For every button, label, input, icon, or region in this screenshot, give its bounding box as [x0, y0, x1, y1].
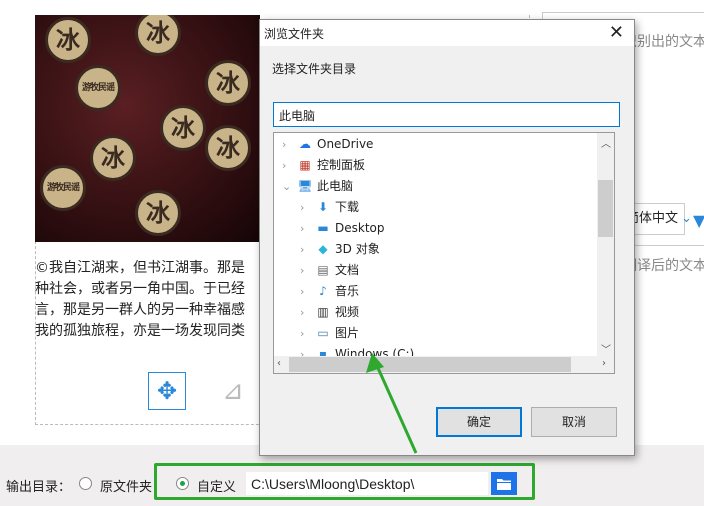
tree-item-label: 文档	[335, 263, 360, 277]
tree-item[interactable]: › ◆ 3D 对象	[300, 239, 380, 260]
tree-item[interactable]: › ⬇ 下载	[300, 197, 359, 218]
chevron-right-icon[interactable]: ›	[300, 218, 314, 239]
chevron-right-icon[interactable]: ›	[300, 281, 314, 302]
computer-icon: 🖥	[297, 179, 313, 193]
tree-item[interactable]: › ▭ 图片	[300, 323, 359, 344]
chevron-right-icon[interactable]: ›	[282, 155, 296, 176]
divider	[623, 245, 704, 246]
radio-custom[interactable]	[176, 477, 189, 490]
tree-item-label: Desktop	[335, 221, 385, 235]
dialog-title: 浏览文件夹	[264, 27, 325, 41]
tree-item[interactable]: › ▦ 控制面板	[282, 155, 365, 176]
folder-tree: › ☁ OneDrive › ▦ 控制面板 ⌄ 🖥 此电脑 › ⬇ 下载 › ▬ Desktop › ◆ 3D 对…	[273, 132, 615, 374]
browse-folder-button[interactable]	[491, 472, 517, 495]
chevron-right-icon[interactable]: ›	[300, 260, 314, 281]
text-line: 我的孤独旅程，亦是一场发现同类	[35, 323, 245, 339]
annotation-arrow-icon	[366, 353, 418, 454]
tree-item-label: 视频	[335, 305, 360, 319]
logo: 冰	[45, 17, 91, 63]
radio-original-label[interactable]: 原文件夹	[100, 476, 154, 495]
desktop-icon: ▬	[317, 221, 329, 235]
cube-icon: ◆	[318, 242, 328, 256]
logo: 冰	[205, 60, 251, 106]
radio-custom-label[interactable]: 自定义	[197, 476, 236, 495]
cloud-icon: ☁	[299, 137, 311, 151]
tree-item[interactable]: › ▥ 视频	[300, 302, 359, 323]
crop-icon: ⊿	[222, 376, 244, 406]
chevron-right-icon[interactable]: ›	[300, 197, 314, 218]
tree-item-label: 音乐	[335, 284, 360, 298]
document-icon: ▤	[317, 263, 329, 277]
filter-icon[interactable]: ▼	[693, 211, 704, 230]
folder-path-field[interactable]: 此电脑	[273, 102, 620, 127]
tree-item-label: 下载	[335, 200, 360, 214]
output-path-input[interactable]	[246, 472, 488, 495]
cancel-button[interactable]: 取消	[531, 407, 617, 437]
source-text-area[interactable]: 识别出的文本	[623, 31, 704, 51]
tree-item-label: 3D 对象	[335, 242, 380, 256]
chevron-down-icon[interactable]: ⌄	[282, 176, 296, 197]
tree-item[interactable]: › ▬ Desktop	[300, 218, 385, 239]
dialog-prompt: 选择文件夹目录	[272, 62, 357, 76]
logo: 冰	[160, 105, 206, 151]
chevron-right-icon[interactable]: ›	[300, 302, 314, 323]
browse-folder-dialog: 浏览文件夹 ✕ 选择文件夹目录 此电脑 › ☁ OneDrive › ▦ 控制面板 ⌄ 🖥 此电…	[259, 19, 635, 456]
tree-item[interactable]: › ▤ 文档	[300, 260, 359, 281]
preview-image: 冰 冰 冰 冰 冰 冰 冰 游牧民谣 游牧民谣	[35, 15, 260, 242]
recognized-paragraph: ©我自江湖来，但书江湖事。那是 种社会，或者另一角中国。于已经 言，那是另一群人…	[35, 258, 275, 342]
tree-item[interactable]: ⌄ 🖥 此电脑	[282, 176, 353, 197]
text-line: ©我自江湖来，但书江湖事。那是	[35, 260, 245, 276]
tree-item-label: OneDrive	[317, 137, 374, 151]
text-line: 种社会，或者另一角中国。于已经	[35, 281, 245, 297]
dialog-titlebar: 浏览文件夹 ✕	[260, 20, 634, 46]
move-tool-button[interactable]: ✥	[148, 372, 186, 410]
logo: 冰	[205, 125, 251, 171]
control-panel-icon: ▦	[299, 158, 311, 172]
tree-item-label: 此电脑	[317, 179, 354, 193]
text-line: 言，那是另一群人的另一种幸福感	[35, 302, 245, 318]
download-icon: ⬇	[317, 200, 329, 214]
vertical-scrollbar[interactable]: ︿ ﹀	[597, 133, 614, 356]
badge-logo: 游牧民谣	[40, 165, 86, 211]
chevron-down-icon: ⌄	[681, 211, 692, 226]
picture-icon: ▭	[317, 326, 329, 340]
logo: 冰	[90, 135, 136, 181]
target-text-area[interactable]: 翻译后的文本	[623, 255, 704, 275]
move-icon: ✥	[156, 377, 178, 405]
tree-item[interactable]: › ☁ OneDrive	[282, 134, 373, 155]
chevron-right-icon[interactable]: ›	[282, 134, 296, 155]
radio-original-folder[interactable]	[79, 477, 92, 490]
video-icon: ▥	[317, 305, 329, 319]
chevron-right-icon[interactable]: ›	[300, 239, 314, 260]
horizontal-scrollbar[interactable]: ‹ ›	[274, 356, 614, 373]
output-dir-label: 输出目录：	[6, 480, 72, 495]
logo: 冰	[135, 15, 181, 56]
tree-item-label: 图片	[335, 326, 360, 340]
tree-item[interactable]: › ♪ 音乐	[300, 281, 359, 302]
folder-icon	[497, 479, 511, 490]
logo: 冰	[135, 190, 181, 236]
badge-logo: 游牧民谣	[75, 65, 121, 111]
close-icon[interactable]: ✕	[609, 22, 624, 43]
tree-item-label: 控制面板	[317, 158, 366, 172]
ok-button[interactable]: 确定	[436, 407, 522, 437]
chevron-right-icon[interactable]: ›	[300, 323, 314, 344]
music-icon: ♪	[319, 284, 327, 298]
crop-tool-button[interactable]: ⊿	[222, 376, 244, 406]
